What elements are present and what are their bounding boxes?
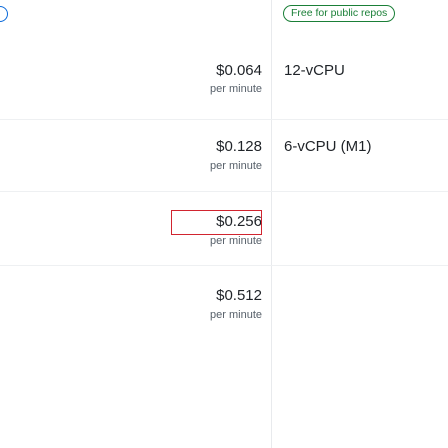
runner-spec: 12-vCPU (284, 62, 345, 79)
pricing-table: Free for public repos $0.064 per minute … (0, 0, 448, 448)
table-row: $0.128 per minute 6-vCPU (M1) (0, 120, 448, 200)
runner-spec: 6-vCPU (M1) (284, 138, 372, 155)
price-value: $0.512 (216, 287, 262, 304)
price-value: $0.128 (216, 138, 262, 155)
price-unit: per minute (210, 160, 262, 172)
price-value: $0.064 (216, 62, 262, 79)
table-row: $0.512 per minute (0, 266, 448, 346)
price-unit: per minute (210, 83, 262, 95)
price-unit: per minute (210, 235, 262, 247)
table-row: $0.064 per minute 12-vCPU (0, 0, 448, 95)
price-unit: per minute (210, 309, 262, 321)
price-highlight-box (171, 210, 262, 235)
